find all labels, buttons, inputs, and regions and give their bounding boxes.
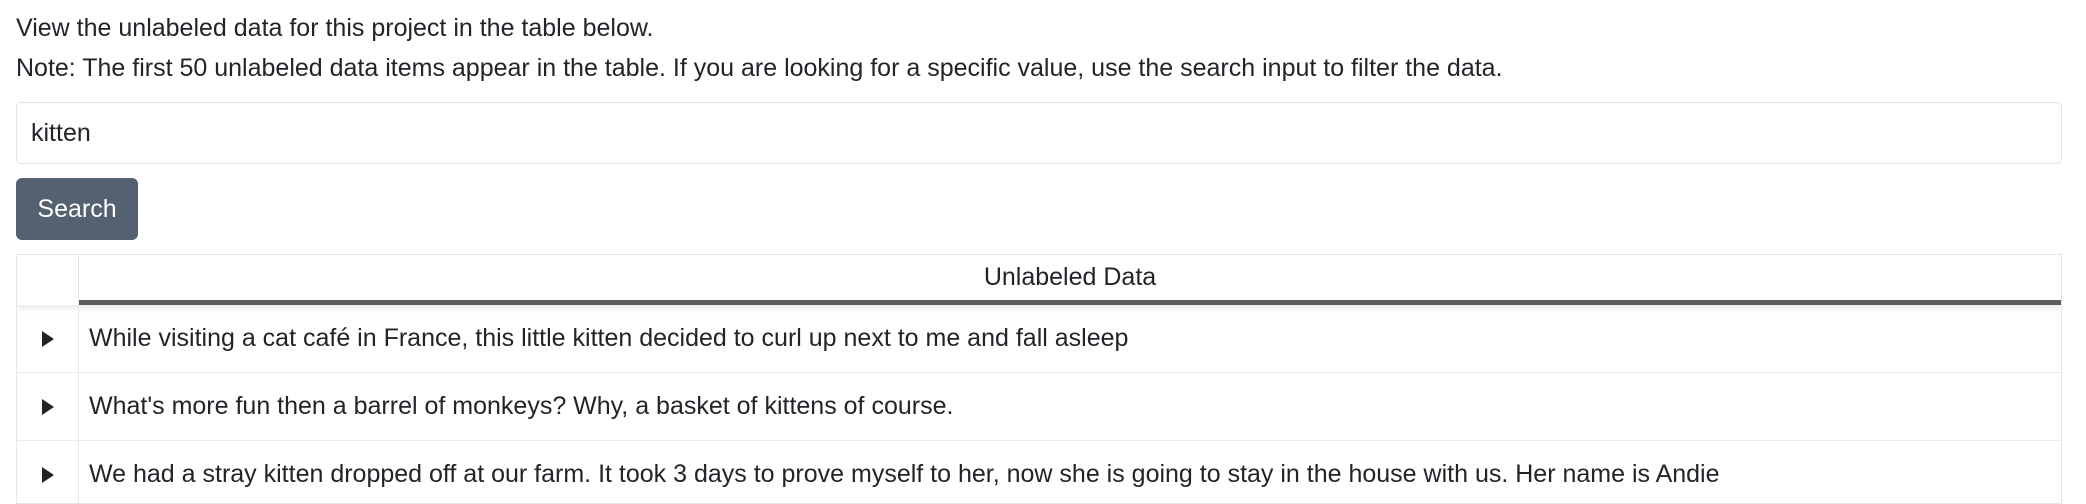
row-text: We had a stray kitten dropped off at our… xyxy=(89,460,1720,488)
intro-line-2: Note: The first 50 unlabeled data items … xyxy=(16,54,1503,82)
unlabeled-data-column-header[interactable]: Unlabeled Data xyxy=(79,255,2061,305)
table-row: While visiting a cat café in France, thi… xyxy=(17,305,2061,373)
row-expand-toggle[interactable] xyxy=(17,441,79,503)
row-expand-toggle[interactable] xyxy=(17,305,79,372)
expand-column-header xyxy=(17,255,79,305)
table-row: We had a stray kitten dropped off at our… xyxy=(17,441,2061,503)
caret-right-icon xyxy=(41,330,54,347)
intro-text: View the unlabeled data for this project… xyxy=(16,8,1503,88)
table-header: Unlabeled Data xyxy=(17,255,2061,305)
row-text: While visiting a cat café in France, thi… xyxy=(89,324,1129,352)
caret-right-icon xyxy=(41,466,54,483)
table-row: What's more fun then a barrel of monkeys… xyxy=(17,373,2061,441)
row-expand-toggle[interactable] xyxy=(17,373,79,440)
intro-line-1: View the unlabeled data for this project… xyxy=(16,14,654,42)
search-button[interactable]: Search xyxy=(16,178,138,240)
unlabeled-data-table: Unlabeled Data While visiting a cat café… xyxy=(16,254,2062,504)
caret-right-icon xyxy=(41,398,54,415)
row-text: What's more fun then a barrel of monkeys… xyxy=(89,392,954,420)
search-input[interactable] xyxy=(16,102,2062,164)
